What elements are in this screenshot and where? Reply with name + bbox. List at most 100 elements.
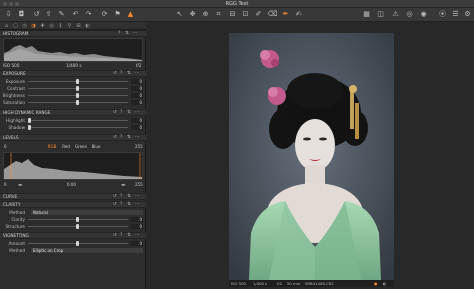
- levels-max-output[interactable]: 255: [135, 181, 143, 189]
- vignetting-header[interactable]: VIGNETTING ↺ ? ⇅ ⋯: [0, 232, 146, 239]
- rotate-icon[interactable]: ⟳: [100, 10, 109, 19]
- straighten-icon[interactable]: ⊟: [228, 10, 237, 19]
- levels-header[interactable]: LEVELS ↺ ? ⇅ ⋯: [0, 134, 146, 141]
- shadow-knob[interactable]: [28, 125, 31, 130]
- options-icon[interactable]: ⋯: [133, 31, 138, 37]
- exposure-header[interactable]: EXPOSURE ↺ ? ⇅ ⋯: [0, 70, 146, 77]
- exposure-knob[interactable]: [76, 79, 79, 84]
- tab-library[interactable]: ⌂: [3, 23, 10, 29]
- help-icon[interactable]: ?: [120, 194, 122, 200]
- tab-lens[interactable]: ◷: [21, 23, 28, 29]
- help-icon[interactable]: ?: [120, 135, 122, 141]
- import-icon[interactable]: ⇩: [4, 10, 13, 19]
- tab-styles[interactable]: ◐: [84, 23, 91, 29]
- white-picker-icon[interactable]: ✒: [121, 182, 126, 189]
- preview-icon[interactable]: ⦿: [438, 10, 447, 19]
- options-icon[interactable]: ⋯: [135, 233, 140, 239]
- warning-icon[interactable]: ▲: [126, 10, 135, 19]
- channel-red[interactable]: Red: [59, 143, 73, 150]
- levels-min-input[interactable]: 0: [4, 143, 7, 150]
- brightness-knob[interactable]: [76, 93, 79, 98]
- levels-min-output[interactable]: 0: [4, 181, 7, 189]
- vignetting-amount-knob[interactable]: [76, 241, 79, 246]
- focus-icon[interactable]: ◎: [405, 10, 414, 19]
- channel-rgb[interactable]: RGB: [45, 143, 59, 150]
- reset-icon[interactable]: ↺: [113, 135, 117, 141]
- pointer-icon[interactable]: ↖: [175, 10, 184, 19]
- copy-settings-icon[interactable]: ⇅: [127, 202, 131, 208]
- structure-knob[interactable]: [76, 224, 79, 229]
- help-icon[interactable]: ?: [120, 71, 122, 77]
- help-icon[interactable]: ?: [120, 233, 122, 239]
- tab-capture[interactable]: ▢: [12, 23, 19, 29]
- copy-settings-icon[interactable]: ⇅: [127, 135, 131, 141]
- picker-icon[interactable]: ✒: [281, 10, 290, 19]
- reset-icon[interactable]: ↺: [113, 71, 117, 77]
- copy-settings-icon[interactable]: ⇅: [127, 194, 131, 200]
- pan-icon[interactable]: ✥: [188, 10, 197, 19]
- options-icon[interactable]: ⋯: [135, 135, 140, 141]
- saturation-knob[interactable]: [76, 100, 79, 105]
- help-icon[interactable]: ?: [120, 110, 122, 116]
- redo-icon[interactable]: ↷: [84, 10, 93, 19]
- zoom-icon[interactable]: ⊕: [201, 10, 210, 19]
- exposure-value[interactable]: 0: [131, 79, 143, 84]
- structure-value[interactable]: 0: [131, 224, 143, 229]
- vignetting-method-dropdown[interactable]: Elliptic on Crop: [31, 248, 143, 253]
- color-tag-icon[interactable]: ◐: [383, 280, 386, 287]
- options-icon[interactable]: ⋯: [135, 194, 140, 200]
- shadow-track[interactable]: [28, 127, 128, 128]
- copy-settings-icon[interactable]: ⇅: [125, 31, 129, 37]
- highlight-track[interactable]: [28, 120, 128, 121]
- clarity-header[interactable]: CLARITY ↺ ? ⇅ ⋯: [0, 201, 146, 208]
- annotate-icon[interactable]: ✍: [294, 10, 303, 19]
- help-icon[interactable]: ?: [118, 31, 120, 37]
- grid-icon[interactable]: ▦: [362, 10, 371, 19]
- hdr-header[interactable]: HIGH DYNAMIC RANGE ↺ ? ⇅ ⋯: [0, 109, 146, 116]
- levels-mid-output[interactable]: 0.00: [67, 181, 76, 189]
- options-icon[interactable]: ⋯: [135, 110, 140, 116]
- tab-color[interactable]: ◑: [30, 23, 37, 29]
- exposure-warning-icon[interactable]: ⚠: [391, 10, 400, 19]
- camera-icon[interactable]: ◘: [17, 10, 26, 19]
- view-icon[interactable]: ☰: [451, 10, 460, 19]
- settings-icon[interactable]: ⚙: [463, 10, 472, 19]
- crop-icon[interactable]: ⌗: [214, 10, 223, 19]
- highlight-knob[interactable]: [28, 118, 31, 123]
- tab-batch[interactable]: ⊞: [75, 23, 82, 29]
- eraser-icon[interactable]: ⌫: [268, 10, 278, 19]
- tab-output[interactable]: ⚲: [66, 23, 73, 29]
- reset-icon[interactable]: ↺: [113, 202, 117, 208]
- vignetting-amount-value[interactable]: 0: [131, 241, 143, 246]
- reset-icon[interactable]: ↺: [113, 233, 117, 239]
- photo-preview[interactable]: [229, 33, 394, 280]
- tab-metadata[interactable]: ℹ: [57, 23, 64, 29]
- channel-blue[interactable]: Blue: [89, 143, 103, 150]
- copy-settings-icon[interactable]: ⇅: [127, 110, 131, 116]
- tab-details[interactable]: ◎: [48, 23, 55, 29]
- undo-icon[interactable]: ↶: [71, 10, 80, 19]
- curve-header[interactable]: CURVE ↺ ? ⇅ ⋯: [0, 193, 146, 200]
- compare-icon[interactable]: ◫: [376, 10, 385, 19]
- channel-green[interactable]: Green: [73, 143, 89, 150]
- options-icon[interactable]: ⋯: [135, 202, 140, 208]
- keystone-icon[interactable]: ⊡: [241, 10, 250, 19]
- proof-icon[interactable]: ◉: [419, 10, 428, 19]
- clarity-value[interactable]: 0: [131, 217, 143, 222]
- help-icon[interactable]: ?: [120, 202, 122, 208]
- black-picker-icon[interactable]: ✒: [18, 182, 23, 189]
- levels-max-input[interactable]: 255: [135, 143, 143, 150]
- contrast-value[interactable]: 0: [131, 86, 143, 91]
- tab-exposure[interactable]: ✚: [39, 23, 46, 29]
- copy-icon[interactable]: ⇪: [44, 10, 53, 19]
- reset-icon[interactable]: ↺: [113, 110, 117, 116]
- options-icon[interactable]: ⋯: [135, 71, 140, 77]
- reset-icon[interactable]: ↺: [32, 10, 41, 19]
- saturation-value[interactable]: 0: [131, 100, 143, 105]
- copy-settings-icon[interactable]: ⇅: [127, 71, 131, 77]
- highlight-value[interactable]: 0: [131, 118, 143, 123]
- shadow-value[interactable]: 0: [131, 125, 143, 130]
- clarity-knob[interactable]: [76, 217, 79, 222]
- brightness-value[interactable]: 0: [131, 93, 143, 98]
- brush-icon[interactable]: ✎: [57, 10, 66, 19]
